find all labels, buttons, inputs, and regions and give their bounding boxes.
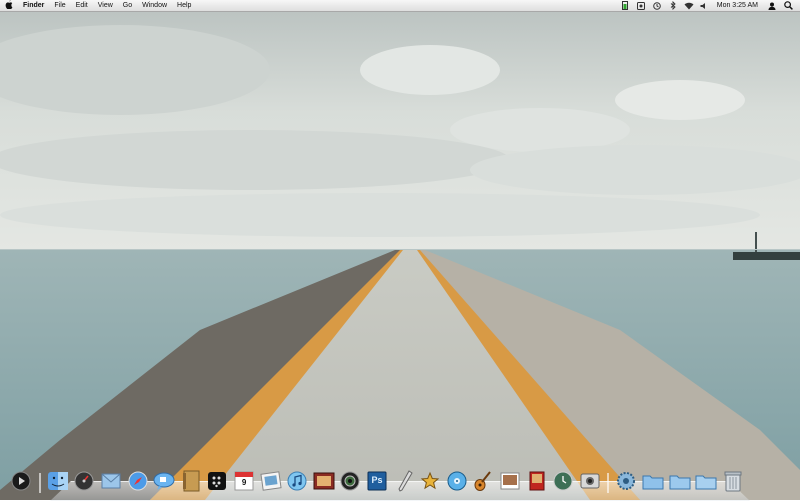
app-status-icon[interactable]: [633, 0, 649, 11]
aperture-icon[interactable]: [338, 469, 362, 493]
ical-day-label: 9: [241, 478, 247, 487]
guitar-icon[interactable]: [471, 469, 495, 493]
menu-bar: Finder File Edit View Go Window Help Mon…: [0, 0, 800, 12]
dock-separator: [607, 473, 610, 493]
applications-stack-icon[interactable]: [641, 469, 665, 493]
menu-view[interactable]: View: [93, 0, 118, 11]
photoshop-label: Ps: [371, 475, 383, 485]
dock-separator: [38, 473, 41, 493]
quicktime-icon[interactable]: [9, 469, 33, 493]
apple-icon[interactable]: [0, 0, 18, 12]
wifi-icon[interactable]: [681, 0, 697, 11]
menu-file[interactable]: File: [49, 0, 70, 11]
dvd-player-icon[interactable]: [445, 469, 469, 493]
trash-icon[interactable]: [721, 469, 745, 493]
menu-window[interactable]: Window: [137, 0, 172, 11]
finder-icon[interactable]: [46, 469, 70, 493]
user-icon[interactable]: [764, 0, 780, 11]
desktop-wallpaper: [0, 0, 800, 500]
blackberry-icon[interactable]: [205, 469, 229, 493]
bluetooth-icon[interactable]: [665, 0, 681, 11]
menu-help[interactable]: Help: [172, 0, 196, 11]
system-preferences-icon[interactable]: [614, 469, 638, 493]
menu-go[interactable]: Go: [118, 0, 137, 11]
time-machine-dock-icon[interactable]: [551, 469, 575, 493]
dashboard-icon[interactable]: [72, 469, 96, 493]
spotlight-icon[interactable]: [780, 0, 796, 11]
menu-clock[interactable]: Mon 3:25 AM: [713, 0, 764, 11]
itunes-icon[interactable]: [285, 469, 309, 493]
dock: 9 Ps: [8, 463, 746, 493]
iphoto-icon[interactable]: [259, 469, 283, 493]
address-book-icon[interactable]: [179, 469, 203, 493]
documents-stack-icon[interactable]: [668, 469, 692, 493]
battery-icon[interactable]: [617, 0, 633, 11]
menu-edit[interactable]: Edit: [71, 0, 93, 11]
photo-stack-icon[interactable]: [525, 469, 549, 493]
time-machine-icon[interactable]: [649, 0, 665, 11]
star-app-icon[interactable]: [418, 469, 442, 493]
safari-icon[interactable]: [126, 469, 150, 493]
downloads-stack-icon[interactable]: [694, 469, 718, 493]
volume-icon[interactable]: [697, 0, 713, 11]
menu-app-name[interactable]: Finder: [18, 0, 49, 11]
screenshot-icon[interactable]: [578, 469, 602, 493]
preview-icon[interactable]: [498, 469, 522, 493]
photoshop-icon[interactable]: Ps: [365, 469, 389, 493]
pen-tool-icon[interactable]: [392, 469, 416, 493]
mail-icon[interactable]: [99, 469, 123, 493]
photo-booth-icon[interactable]: [312, 469, 336, 493]
ical-icon[interactable]: 9: [232, 469, 256, 493]
ichat-icon[interactable]: [152, 469, 176, 493]
